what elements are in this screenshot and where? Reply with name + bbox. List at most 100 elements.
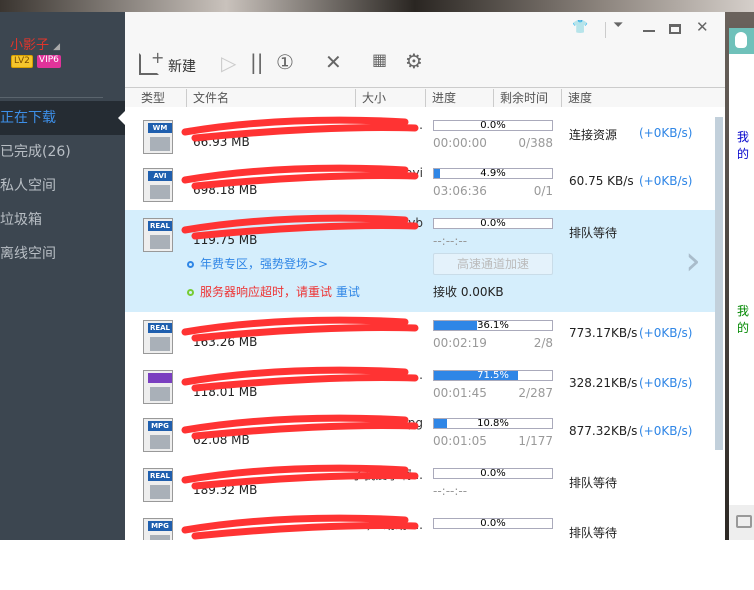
speed-status: 排队等待 [569, 476, 618, 490]
maximize-icon[interactable] [669, 24, 681, 34]
sidebar-item-label: 正在下载 [0, 110, 56, 126]
received-amount: 接收 0.00KB [433, 285, 504, 299]
col-speed[interactable]: 速度 [561, 89, 592, 107]
download-row[interactable]: WM ... 66.93 MB 0.0% 00:00:00 0/388 连接资源… [125, 112, 715, 160]
progress-text: 71.5% [477, 370, 509, 381]
active-pointer-icon [111, 111, 125, 125]
col-name[interactable]: 文件名 [186, 89, 229, 107]
sidebar-item-label: 已完成(26) [0, 144, 71, 160]
qq-footer [729, 505, 754, 540]
col-size[interactable]: 大小 [355, 89, 386, 107]
download-row[interactable]: AVI .avi 698.18 MB 4.9% 03:06:36 0/1 60.… [125, 160, 715, 210]
vertical-scrollbar[interactable] [715, 117, 723, 450]
sidebar-item-label: 垃圾箱 [0, 212, 42, 228]
username[interactable]: 小影子 ◢ [10, 34, 60, 53]
file-type-tag: MPG [148, 521, 172, 531]
sidebar-item-label: 离线空间 [0, 246, 56, 262]
remaining-time: 00:01:05 [433, 434, 487, 448]
start-icon[interactable]: ▷ [221, 51, 236, 75]
error-message: 服务器响应超时，请重试 重试 [187, 283, 360, 300]
sidebar-item-downloading[interactable]: 正在下载 [0, 101, 125, 135]
progress-text: 36.1% [477, 320, 509, 331]
progress-text: 10.8% [477, 418, 509, 429]
menu-icon[interactable]: ⏷ [613, 18, 623, 33]
file-size: 698.18 MB [193, 183, 258, 197]
promo-text: 年费专区，强势登场>> [200, 257, 329, 271]
source-count: 1/177 [518, 434, 553, 448]
progress-bar: 0.0% [433, 218, 553, 229]
file-type-icon: MPG [143, 518, 173, 540]
toolbar: 👕 ⏷ ✕ + 新建 ▷ || ① ✕ ▦ ⚙ [125, 12, 725, 90]
file-name: 了我爱了啊... [351, 468, 423, 482]
col-progress[interactable]: 进度 [425, 89, 456, 107]
accel-speed: (+0KB/s) [639, 174, 693, 188]
progress-bar: 4.9% [433, 168, 553, 179]
skin-icon[interactable]: 👕 [572, 20, 588, 35]
plus-icon: + [151, 48, 165, 67]
progress-bar: 0.0% [433, 468, 553, 479]
qq-text-2[interactable]: 我的 [737, 302, 754, 336]
remaining-time: 03:06:36 [433, 184, 487, 198]
download-row[interactable]: MPG ）-幼幼-... 0.0% 排队等待 [125, 510, 715, 540]
file-type-tag: WM [148, 123, 172, 133]
file-type-tag: REAL [148, 323, 172, 333]
sidebar-item-completed[interactable]: 已完成(26) [0, 135, 125, 169]
file-type-tag: REAL [148, 471, 172, 481]
new-button[interactable]: 新建 [168, 56, 196, 76]
username-label: 小影子 [10, 38, 50, 53]
promo-link[interactable]: 年费专区，强势登场>> [187, 255, 328, 272]
high-speed-accel-button[interactable]: 高速通道加速 [433, 253, 553, 275]
file-type-icon: REAL [143, 218, 173, 252]
file-size: 66.93 MB [193, 135, 250, 149]
retry-link[interactable]: 重试 [336, 285, 360, 299]
speed-status: 连接资源 [569, 128, 618, 142]
sidebar: 小影子 ◢ LV2 VIP6 正在下载 已完成(26) 私人空间 垃圾箱 离线空… [0, 12, 125, 540]
file-type-icon: REAL [143, 468, 173, 502]
download-list: WM ... 66.93 MB 0.0% 00:00:00 0/388 连接资源… [125, 107, 725, 540]
file-name: .avi [401, 166, 423, 180]
file-type-icon: REAL [143, 320, 173, 354]
delete-icon[interactable]: ✕ [325, 50, 342, 74]
download-row[interactable]: MPG .mpg 62.08 MB 10.8% 00:01:05 1/177 8… [125, 410, 715, 460]
grid-icon[interactable]: ▦ [372, 50, 387, 69]
sidebar-item-offline-space[interactable]: 离线空间 [0, 237, 125, 271]
file-type-icon: WM [143, 120, 173, 154]
source-count: 0/1 [533, 184, 553, 198]
progress-text: 4.9% [480, 168, 506, 179]
qq-text-1[interactable]: 我的 [737, 128, 754, 162]
folder-icon [736, 515, 752, 528]
file-name: ... [411, 118, 423, 132]
accel-speed: (+0KB/s) [639, 326, 693, 340]
file-name: .mpg [392, 416, 423, 430]
download-row[interactable]: ... 118.01 MB 71.5% 00:01:45 2/287 328.2… [125, 362, 715, 410]
vip-badge: VIP6 [36, 55, 61, 68]
close-icon[interactable]: ✕ [696, 18, 709, 36]
minimize-icon[interactable] [643, 30, 655, 32]
chevron-right-icon[interactable]: › [685, 238, 701, 284]
download-row[interactable]: REAL 163.26 MB 36.1% 00:02:19 2/8 773.17… [125, 312, 715, 362]
progress-bar: 71.5% [433, 370, 553, 381]
dropdown-icon[interactable]: ◢ [53, 42, 60, 52]
settings-icon[interactable]: ⚙ [405, 49, 423, 73]
source-count: 0/388 [518, 136, 553, 150]
sidebar-item-label: 私人空间 [0, 178, 56, 194]
download-row[interactable]: REAL 了我爱了啊... 189.32 MB 0.0% --:--:-- 排队… [125, 460, 715, 510]
file-name: ）-幼幼-... [366, 518, 423, 532]
file-size: 119.75 MB [193, 233, 258, 247]
single-task-icon[interactable]: ① [276, 50, 294, 74]
sidebar-item-private-space[interactable]: 私人空间 [0, 169, 125, 203]
pause-icon[interactable]: || [250, 50, 263, 74]
qq-panel [729, 28, 754, 540]
sidebar-item-trash[interactable]: 垃圾箱 [0, 203, 125, 237]
col-remaining[interactable]: 剩余时间 [493, 89, 548, 107]
remaining-time: --:--:-- [433, 484, 468, 498]
download-row[interactable]: REAL .rmvb 119.75 MB 0.0% --:--:-- 排队等待 … [125, 210, 715, 312]
divider [0, 97, 103, 98]
desktop-background [0, 0, 754, 12]
speed-status: 773.17KB/s [569, 326, 638, 340]
progress-bar: 0.0% [433, 518, 553, 529]
level-badge: LV2 [11, 55, 33, 68]
col-type[interactable]: 类型 [135, 89, 165, 107]
column-header: 类型 文件名 大小 进度 剩余时间 速度 [125, 87, 725, 107]
file-type-icon: AVI [143, 168, 173, 202]
